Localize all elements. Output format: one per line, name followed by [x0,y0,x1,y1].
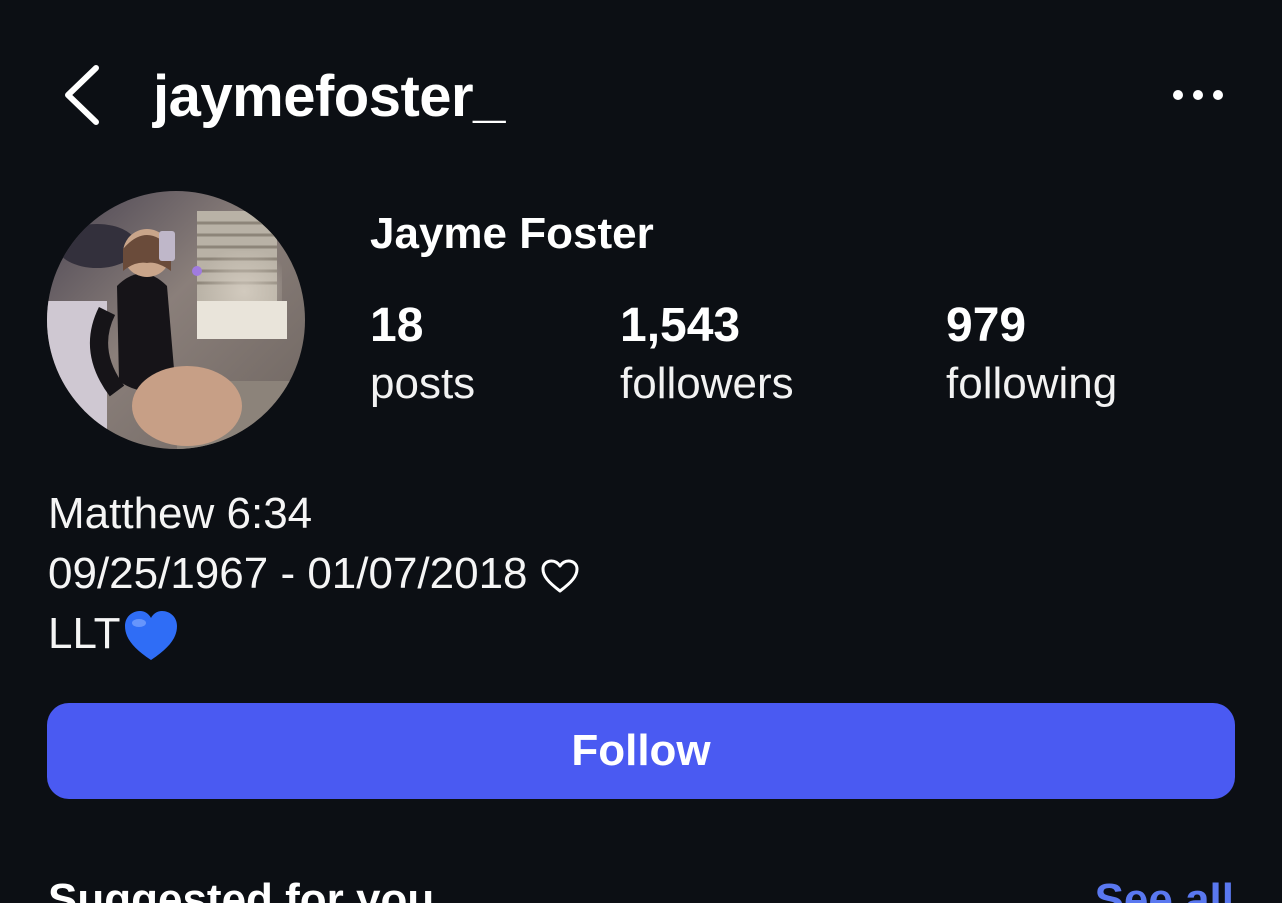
followers-label: followers [620,359,794,408]
stat-followers[interactable]: 1,543 followers [620,296,794,412]
profile-username: jaymefoster_ [153,64,505,129]
bio-line-2: 09/25/1967 - 01/07/2018 [48,544,580,604]
bio-line-1: Matthew 6:34 [48,489,313,538]
following-count: 979 [946,299,1027,352]
avatar[interactable] [47,191,305,449]
more-horizontal-icon [1173,90,1223,100]
blue-heart-emoji [124,611,177,661]
bio-dates: 09/25/1967 - 01/07/2018 [48,549,528,598]
profile-photo-avatar [47,191,305,449]
follow-button[interactable]: Follow [47,703,1235,799]
posts-count: 18 [370,299,424,352]
suggested-title: Suggested for you [48,875,435,903]
followers-count: 1,543 [620,299,741,352]
see-all-link[interactable]: See all [1095,872,1234,903]
back-button[interactable] [58,62,106,128]
display-name: Jayme Foster [370,209,654,258]
bio-line-3: LLT [48,604,580,664]
bio-initials: LLT [48,609,121,658]
stat-posts[interactable]: 18 posts [370,296,475,412]
profile-page: jaymefoster_ Jayme Foster 18 posts 1,543… [0,0,1282,903]
bio: Matthew 6:34 09/25/1967 - 01/07/2018 LLT [48,484,580,664]
chevron-left-icon [65,65,99,125]
heart-outline-icon [541,559,579,593]
stat-following[interactable]: 979 following [946,296,1117,412]
following-label: following [946,359,1118,408]
posts-label: posts [370,359,476,408]
more-options-button[interactable] [1170,78,1226,112]
